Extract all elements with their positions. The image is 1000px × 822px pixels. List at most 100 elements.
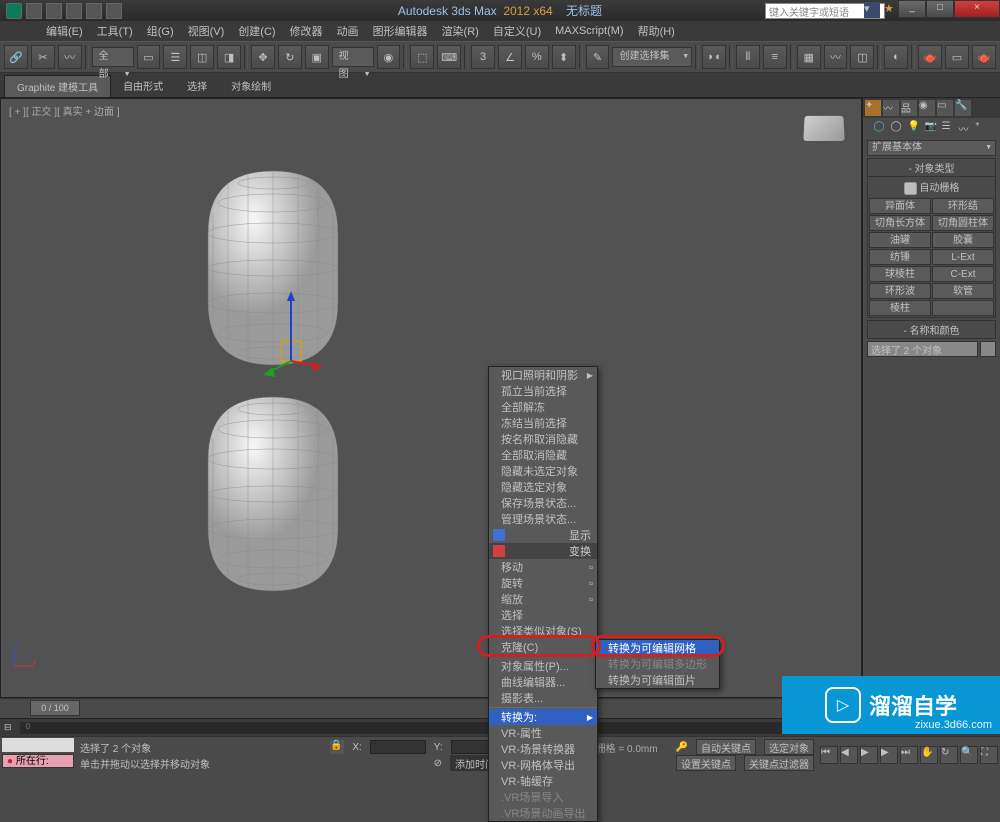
select-by-name-icon[interactable]: ☰ — [163, 45, 187, 69]
layer-icon[interactable]: ≡ — [763, 45, 787, 69]
ctx-select[interactable]: 选择 — [489, 607, 597, 623]
play-icon[interactable]: ▶ — [860, 746, 878, 764]
ctx-manage-scene-state[interactable]: 管理场景状态... — [489, 511, 597, 527]
cmdtab-display-icon[interactable]: ▭ — [937, 100, 953, 116]
btn-gengon[interactable]: 球棱柱 — [869, 266, 931, 282]
btn-prism[interactable]: 棱柱 — [869, 300, 931, 316]
nav-pan-icon[interactable]: ✋ — [920, 746, 938, 764]
btn-oiltank[interactable]: 油罐 — [869, 232, 931, 248]
object-name-input[interactable]: 选择了 2 个对象 — [867, 341, 978, 357]
scale-icon[interactable]: ▣ — [305, 45, 329, 69]
btn-capsule[interactable]: 胶囊 — [932, 232, 994, 248]
ctx-convert-to[interactable]: 转换为: — [489, 709, 597, 725]
cat-systems-icon[interactable]: * — [976, 121, 990, 135]
ctx-unhide-by-name[interactable]: 按名称取消隐藏 — [489, 431, 597, 447]
btn-spindle[interactable]: 纺锤 — [869, 249, 931, 265]
select-object-icon[interactable]: ▭ — [137, 45, 161, 69]
btn-hose[interactable]: 软管 — [932, 283, 994, 299]
menu-views[interactable]: 视图(V) — [182, 21, 231, 41]
ctx-freeze-selection[interactable]: 冻结当前选择 — [489, 415, 597, 431]
rollout-name-color[interactable]: - 名称和颜色 — [867, 320, 996, 339]
select-region-icon[interactable]: ◫ — [190, 45, 214, 69]
nav-orbit-icon[interactable]: ↻ — [940, 746, 958, 764]
ctx-isolate-selection[interactable]: 孤立当前选择 — [489, 383, 597, 399]
maximize-button[interactable]: □ — [926, 0, 954, 18]
menu-help[interactable]: 帮助(H) — [632, 21, 681, 41]
ctx-move[interactable]: 移动▫ — [489, 559, 597, 575]
rotate-icon[interactable]: ↻ — [278, 45, 302, 69]
selection-filter-dropdown[interactable]: 全部 — [92, 47, 134, 67]
ctx-vr-properties[interactable]: VR-属性 — [489, 725, 597, 741]
qat-open-icon[interactable] — [66, 3, 82, 19]
play-prev-icon[interactable]: ◀ — [840, 746, 858, 764]
manipulate-icon[interactable]: ⬚ — [410, 45, 434, 69]
material-editor-icon[interactable]: ◐ — [884, 45, 908, 69]
btn-chamferbox[interactable]: 切角长方体 — [869, 215, 931, 231]
ctx-vr-mesh-export[interactable]: VR-网格体导出 — [489, 757, 597, 773]
setkey-button[interactable]: 设置关键点 — [676, 755, 736, 771]
curve-editor-icon[interactable]: 〰 — [824, 45, 848, 69]
menu-customize[interactable]: 自定义(U) — [487, 21, 547, 41]
viewcube[interactable] — [799, 115, 849, 165]
btn-hedra[interactable]: 异面体 — [869, 198, 931, 214]
qat-link-icon[interactable] — [106, 3, 122, 19]
menu-group[interactable]: 组(G) — [141, 21, 180, 41]
cat-spacewarps-icon[interactable]: 〰 — [959, 121, 973, 135]
ribbon-toggle-icon[interactable]: ▦ — [797, 45, 821, 69]
btn-chamfercyl[interactable]: 切角圆柱体 — [932, 215, 994, 231]
object-color-swatch[interactable] — [980, 341, 996, 357]
tab-graphite-modeling[interactable]: Graphite 建模工具 — [4, 75, 111, 97]
key-mode-icon[interactable]: 🔑 — [676, 742, 688, 753]
move-icon[interactable]: ✥ — [251, 45, 275, 69]
cmdtab-modify-icon[interactable]: 〰 — [883, 100, 899, 116]
close-button[interactable]: × — [954, 0, 1000, 18]
menu-rendering[interactable]: 渲染(R) — [436, 21, 485, 41]
cmdtab-motion-icon[interactable]: ◉ — [919, 100, 935, 116]
btn-ringwave[interactable]: 环形波 — [869, 283, 931, 299]
render-icon[interactable]: 🫖 — [972, 45, 996, 69]
cmdtab-utilities-icon[interactable]: 🔧 — [955, 100, 971, 116]
lock-selection-icon[interactable]: 🔒 — [330, 740, 344, 754]
ctx-dope-sheet[interactable]: 摄影表... — [489, 690, 597, 706]
keyfilter-button[interactable]: 关键点过滤器 — [744, 755, 814, 771]
angle-snap-icon[interactable]: ∠ — [498, 45, 522, 69]
menu-maxscript[interactable]: MAXScript(M) — [549, 23, 629, 39]
window-crossing-icon[interactable]: ◨ — [217, 45, 241, 69]
align-icon[interactable]: ⫴ — [736, 45, 760, 69]
link-icon[interactable]: 🔗 — [4, 45, 28, 69]
submenu-editable-mesh[interactable]: 转换为可编辑网格 — [596, 640, 719, 656]
cat-lights-icon[interactable]: 💡 — [908, 121, 922, 135]
menu-edit[interactable]: 编辑(E) — [40, 21, 89, 41]
minimize-button[interactable]: _ — [898, 0, 926, 18]
cat-helpers-icon[interactable]: ☰ — [942, 121, 956, 135]
ctx-unfreeze-all[interactable]: 全部解冻 — [489, 399, 597, 415]
cat-geometry-icon[interactable]: ◯ — [874, 121, 888, 135]
trackbar-toggle-icon[interactable]: ⊟ — [0, 722, 16, 733]
qat-undo-icon[interactable] — [26, 3, 42, 19]
ctx-unhide-all[interactable]: 全部取消隐藏 — [489, 447, 597, 463]
percent-snap-icon[interactable]: % — [525, 45, 549, 69]
ctx-save-scene-state[interactable]: 保存场景状态... — [489, 495, 597, 511]
submenu-editable-poly[interactable]: 转换为可编辑多边形 — [596, 656, 719, 672]
named-selection-dropdown[interactable]: 创建选择集 — [612, 47, 692, 67]
ctx-hide-selection[interactable]: 隐藏选定对象 — [489, 479, 597, 495]
cmdtab-hierarchy-icon[interactable]: 品 — [901, 100, 917, 116]
menu-animation[interactable]: 动画 — [331, 21, 365, 41]
rollout-object-type[interactable]: - 对象类型 — [868, 159, 995, 177]
edit-named-sel-icon[interactable]: ✎ — [586, 45, 610, 69]
ctx-vr-scene-anim-export[interactable]: .VR场景动画导出 — [489, 805, 597, 821]
ref-coord-dropdown[interactable]: 视图 — [332, 47, 374, 67]
ctx-rotate[interactable]: 旋转▫ — [489, 575, 597, 591]
capsule-object-2[interactable] — [198, 389, 348, 599]
btn-cext[interactable]: C-Ext — [932, 266, 994, 282]
play-next-icon[interactable]: ▶ — [880, 746, 898, 764]
btn-torus-knot[interactable]: 环形结 — [932, 198, 994, 214]
ctx-curve-editor[interactable]: 曲线编辑器... — [489, 674, 597, 690]
qat-redo-icon[interactable] — [46, 3, 62, 19]
btn-lext[interactable]: L-Ext — [932, 249, 994, 265]
pivot-icon[interactable]: ◉ — [377, 45, 401, 69]
help-dropdown-icon[interactable]: ▾ — [864, 2, 880, 18]
schematic-view-icon[interactable]: ◫ — [850, 45, 874, 69]
object-category-dropdown[interactable]: 扩展基本体 — [867, 140, 996, 156]
menu-create[interactable]: 创建(C) — [232, 21, 281, 41]
